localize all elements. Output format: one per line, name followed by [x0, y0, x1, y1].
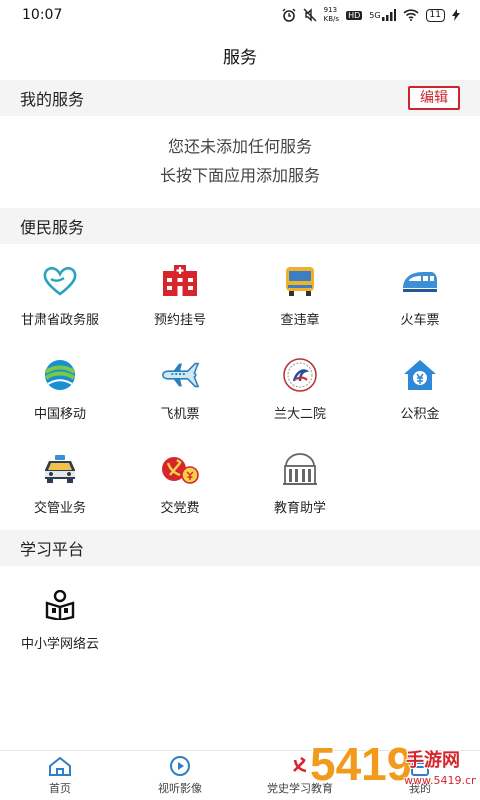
my-services-title: 我的服务: [20, 90, 85, 109]
public-services-grid: 甘肃省政务服 预约挂号 查违章 火车票 中国移动 飞机票 兰大二院 公积金 交管…: [0, 248, 480, 530]
service-item-traffic-management[interactable]: 交管业务: [0, 436, 120, 530]
net-speed: 913 KB/s: [323, 6, 340, 23]
study-platform-header: 学习平台: [0, 530, 480, 566]
train-icon: [400, 263, 440, 299]
education-building-icon: [280, 451, 320, 487]
service-item-education-aid[interactable]: 教育助学: [240, 436, 360, 530]
study-platform-grid: 中小学网络云: [0, 572, 480, 666]
public-services-title: 便民服务: [20, 218, 85, 237]
house-fund-icon: [400, 357, 440, 393]
service-label: 中小学网络云: [20, 636, 99, 652]
tab-home[interactable]: 首页: [0, 751, 120, 800]
page-header: 服务: [0, 30, 480, 80]
service-item-party-fee[interactable]: 交党费: [120, 436, 240, 530]
service-item-k12-cloud[interactable]: 中小学网络云: [0, 572, 120, 666]
status-icons: 913 KB/s HD 5G 11: [282, 6, 460, 24]
alarm-icon: [282, 8, 296, 22]
service-label: 查违章: [280, 312, 320, 328]
tab-label-home: 首页: [49, 782, 71, 795]
battery-level: 11: [429, 9, 441, 20]
public-services-header: 便民服务: [0, 208, 480, 244]
home-icon: [47, 755, 73, 777]
empty-message-line-2: 长按下面应用添加服务: [159, 166, 320, 185]
service-item-housing-fund[interactable]: 公积金: [360, 342, 480, 436]
service-label: 甘肃省政务服: [20, 312, 99, 328]
service-label: 交管业务: [33, 500, 86, 516]
service-label: 公积金: [400, 406, 440, 422]
edit-button[interactable]: 编辑: [408, 86, 460, 110]
service-item-lanzhou-hospital[interactable]: 兰大二院: [240, 342, 360, 436]
mute-icon: [303, 8, 317, 22]
play-icon: [167, 755, 193, 777]
watermark-logo: 5419 手游网 www.5419.cn: [308, 732, 479, 794]
tab-video[interactable]: 视听影像: [120, 751, 240, 800]
svg-text:手游网: 手游网: [406, 749, 460, 771]
charging-icon: [452, 9, 460, 21]
tab-label-video: 视听影像: [158, 782, 202, 795]
service-item-gansu-gov[interactable]: 甘肃省政务服: [0, 248, 120, 342]
service-item-appointment[interactable]: 预约挂号: [120, 248, 240, 342]
status-bar: 10:07 913 KB/s HD 5G 11: [0, 0, 480, 30]
service-item-china-mobile[interactable]: 中国移动: [0, 342, 120, 436]
hospital-icon: [160, 263, 200, 299]
svg-text:5419: 5419: [310, 738, 412, 790]
service-label: 兰大二院: [273, 406, 326, 422]
study-platform-title: 学习平台: [20, 540, 85, 559]
page-title: 服务: [223, 47, 257, 68]
service-label: 教育助学: [273, 500, 326, 516]
police-car-icon: [40, 451, 80, 487]
party-fee-icon: [160, 451, 200, 487]
my-services-header: 我的服务 编辑: [0, 80, 480, 116]
reading-icon: [40, 587, 80, 623]
empty-services-message: 您还未添加任何服务 长按下面应用添加服务: [0, 132, 480, 190]
hd-badge: HD: [346, 10, 363, 20]
service-label: 中国移动: [33, 406, 86, 422]
bus-icon: [280, 263, 320, 299]
battery-icon: 11: [425, 8, 445, 22]
signal-label: 5G: [369, 10, 381, 20]
heart-icon: [40, 263, 80, 299]
service-label: 预约挂号: [153, 312, 206, 328]
service-item-train-tickets[interactable]: 火车票: [360, 248, 480, 342]
service-label: 交党费: [160, 500, 200, 516]
wifi-icon: [402, 9, 419, 21]
hospital-emblem-icon: [280, 357, 320, 393]
service-label: 火车票: [400, 312, 440, 328]
signal-icon: 5G: [369, 9, 396, 21]
status-time: 10:07: [22, 7, 63, 23]
svg-text:www.5419.cn: www.5419.cn: [404, 774, 476, 787]
service-label: 飞机票: [160, 406, 200, 422]
empty-message-line-1: 您还未添加任何服务: [167, 137, 312, 156]
service-item-flight-tickets[interactable]: 飞机票: [120, 342, 240, 436]
china-mobile-icon: [40, 357, 80, 393]
service-item-violations[interactable]: 查违章: [240, 248, 360, 342]
airplane-icon: [160, 357, 200, 393]
